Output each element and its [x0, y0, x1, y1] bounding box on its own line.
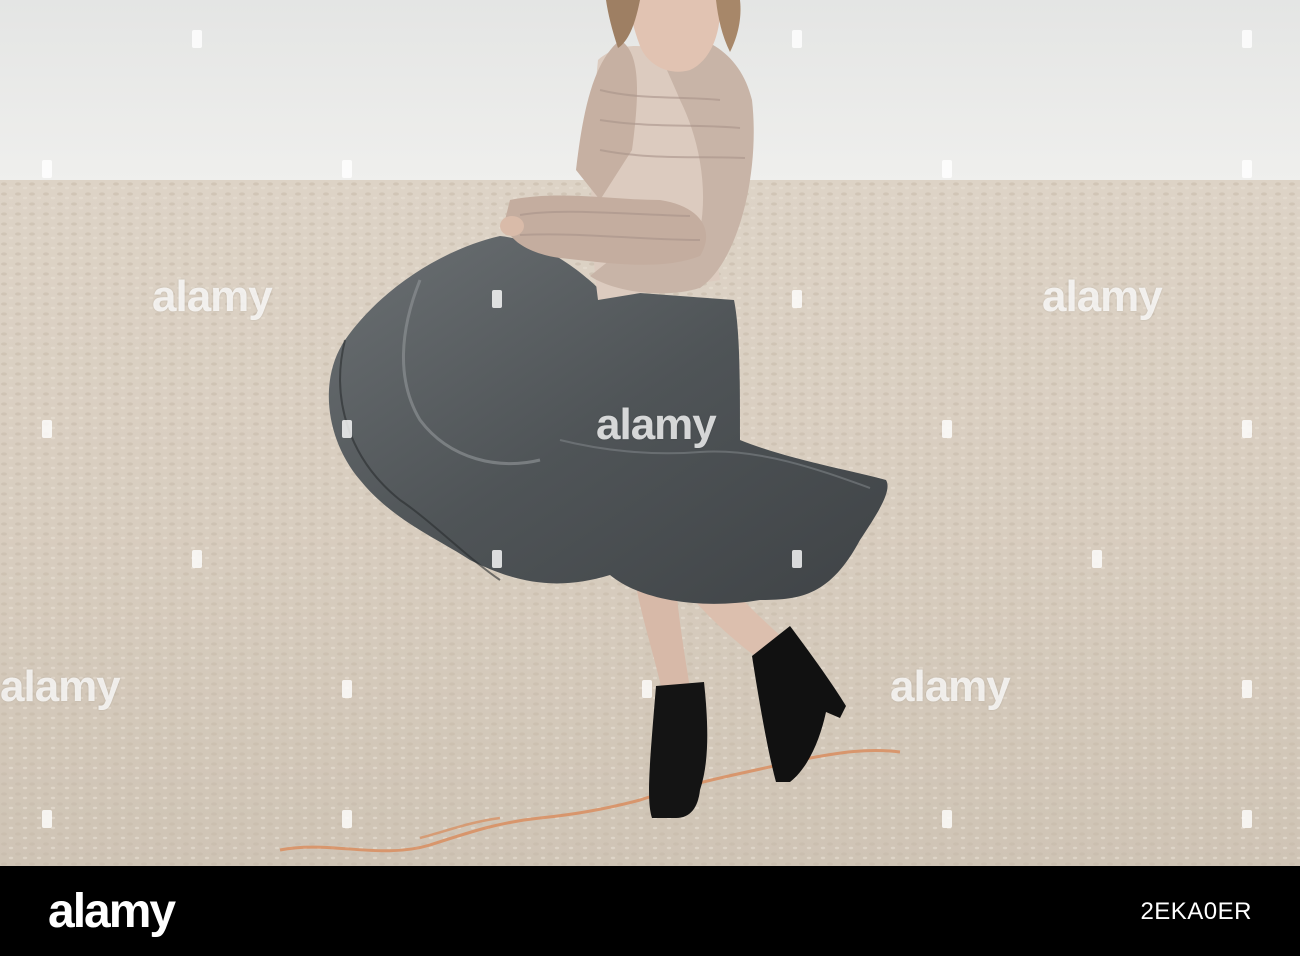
watermark-mark	[342, 160, 352, 178]
watermark-mark	[192, 30, 202, 48]
image-id: 2EKA0ER	[1140, 898, 1252, 925]
stock-photo: alamy alamy alamy alamy alamy	[0, 0, 1300, 866]
watermark-mark	[1242, 160, 1252, 178]
watermark-mark	[492, 290, 502, 308]
watermark-mark	[1092, 550, 1102, 568]
watermark-mark	[1242, 30, 1252, 48]
watermark-mark	[792, 30, 802, 48]
watermark-mark	[492, 550, 502, 568]
left-boot	[649, 682, 708, 818]
watermark-mark	[792, 290, 802, 308]
watermark-mark	[942, 160, 952, 178]
watermark-mark	[1242, 810, 1252, 828]
watermark-mark	[42, 160, 52, 178]
watermark-mark	[942, 420, 952, 438]
brand-logo: alamy	[48, 885, 176, 938]
watermark-center: alamy	[596, 400, 717, 449]
watermark-mark	[42, 810, 52, 828]
watermark-mark	[342, 420, 352, 438]
watermark-mark	[792, 550, 802, 568]
watermark-mark	[1242, 420, 1252, 438]
watermark-mark	[192, 550, 202, 568]
watermark-lower-right: alamy	[890, 662, 1011, 711]
watermark-mark	[1242, 680, 1252, 698]
watermark-right: alamy	[1042, 272, 1163, 321]
watermark-left: alamy	[152, 272, 273, 321]
watermark-mark	[642, 680, 652, 698]
watermark-mark	[342, 810, 352, 828]
watermark-mark	[942, 810, 952, 828]
watermark-lower-left: alamy	[0, 662, 121, 711]
footer-bar: alamy 2EKA0ER	[0, 866, 1300, 956]
watermark-mark	[342, 680, 352, 698]
watermark-mark	[42, 420, 52, 438]
